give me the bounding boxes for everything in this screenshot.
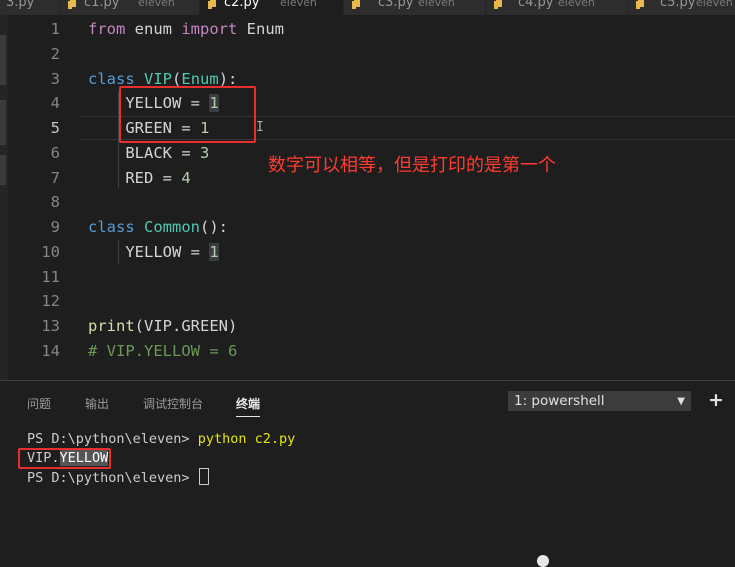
line-number: 4 (50, 94, 60, 112)
terminal-shell-select[interactable]: 1: powershell ▼ (508, 391, 691, 411)
line-number: 13 (41, 317, 60, 335)
code-text: from enum import Enum (88, 20, 284, 38)
class-name: Common (144, 218, 201, 236)
code-token: RED = (125, 169, 182, 187)
tab-label: c2.py (224, 0, 260, 10)
tab-c2-py[interactable]: c2.py eleven (200, 0, 344, 15)
tab-c1-py[interactable]: c1.py eleven (60, 0, 200, 15)
code-line-current[interactable]: 5 GREEN = 1 (0, 116, 735, 140)
code-text: YELLOW = 1 (88, 243, 219, 261)
code-line[interactable]: 13 print(VIP.GREEN) (0, 314, 735, 338)
code-line[interactable]: 8 (0, 190, 735, 214)
code-token: (): (200, 218, 229, 236)
terminal-prompt: PS D:\python\eleven> (27, 470, 198, 486)
tab-description: eleven (558, 0, 595, 9)
keyword: from (88, 20, 126, 38)
tab-description: eleven (280, 0, 317, 9)
tab-label: c4.py (518, 0, 554, 10)
floating-bubble-icon (537, 555, 549, 567)
code-line[interactable]: 2 (0, 42, 735, 66)
python-file-icon (636, 0, 644, 9)
number-literal: 1 (209, 243, 219, 261)
code-line[interactable]: 4 YELLOW = 1 (0, 91, 735, 115)
code-line[interactable]: 14 # VIP.YELLOW = 6 (0, 339, 735, 363)
terminal-line[interactable]: PS D:\python\eleven> (27, 468, 209, 486)
line-number: 7 (50, 169, 60, 187)
text-cursor-icon: I (256, 120, 264, 135)
terminal-prompt: PS D:\python\eleven> (27, 431, 198, 447)
code-line[interactable]: 11 (0, 265, 735, 289)
code-token: YELLOW = (125, 243, 210, 261)
terminal-line[interactable]: PS D:\python\eleven> python c2.py (27, 431, 295, 447)
new-terminal-button[interactable]: + (708, 389, 724, 411)
shell-select-value: 1: powershell (514, 393, 605, 409)
code-line[interactable]: 1 from enum import Enum (0, 17, 735, 41)
code-token: BLACK = (125, 144, 200, 162)
code-line[interactable]: 3 class VIP(Enum): (0, 67, 735, 91)
terminal-cursor (198, 468, 209, 485)
chevron-down-icon: ▼ (677, 396, 685, 407)
code-text: RED = 4 (88, 169, 191, 187)
highlight-box-output (18, 448, 111, 469)
code-line[interactable]: 9 class Common(): (0, 215, 735, 239)
code-line[interactable]: 10 YELLOW = 1 (0, 240, 735, 264)
tab-c5-py[interactable]: c5.py eleven (628, 0, 735, 15)
line-number: 10 (41, 243, 60, 261)
python-file-icon (494, 0, 502, 9)
tab-description: eleven (696, 0, 733, 9)
code-text: class Common(): (88, 218, 228, 236)
line-number: 11 (41, 268, 60, 286)
python-file-icon (352, 0, 360, 9)
code-token: Enum (237, 20, 284, 38)
tab-label: c5.py (660, 0, 696, 10)
code-text: print(VIP.GREEN) (88, 317, 237, 335)
tab-terminal[interactable]: 终端 (236, 395, 261, 417)
code-comment: # VIP.YELLOW = 6 (88, 342, 238, 360)
tab-3-py[interactable]: 3.py (0, 0, 60, 15)
highlight-box-enum-members (119, 86, 256, 143)
line-number: 14 (41, 342, 60, 360)
number-literal: 4 (181, 169, 191, 187)
code-text: BLACK = 3 (88, 144, 209, 162)
tab-c3-py[interactable]: c3.py eleven (344, 0, 486, 15)
tab-c4-py[interactable]: c4.py eleven (486, 0, 628, 15)
code-token: enum (125, 20, 182, 38)
code-editor[interactable]: 1 from enum import Enum 2 3 class VIP(En… (0, 15, 735, 380)
keyword: import (181, 20, 238, 38)
bottom-panel: 问题 输出 调试控制台 终端 1: powershell ▼ + PS D:\p… (0, 380, 735, 562)
line-number: 9 (50, 218, 60, 236)
number-literal: 3 (199, 144, 210, 162)
keyword: class (88, 218, 135, 236)
tab-description: eleven (418, 0, 455, 9)
tab-debug-console[interactable]: 调试控制台 (143, 395, 203, 412)
python-file-icon (208, 0, 216, 9)
tab-problems[interactable]: 问题 (27, 395, 51, 412)
line-number: 1 (50, 20, 60, 38)
function-name: print (88, 317, 135, 335)
line-number: 8 (50, 193, 60, 211)
tab-description: eleven (138, 0, 175, 9)
editor-tab-bar: 3.py c1.py eleven c2.py eleven c3.py ele… (0, 0, 735, 15)
line-number: 12 (41, 292, 60, 310)
line-number: 5 (50, 119, 60, 137)
code-token: (VIP.GREEN) (134, 317, 238, 335)
line-number: 3 (50, 70, 60, 88)
tab-label: c1.py (84, 0, 120, 10)
code-line[interactable]: 12 (0, 289, 735, 313)
tab-output[interactable]: 输出 (85, 395, 109, 412)
tab-label: c3.py (378, 0, 414, 10)
annotation-note: 数字可以相等，但是打印的是第一个 (268, 155, 556, 176)
tab-label: 3.py (6, 0, 35, 10)
line-number: 2 (50, 45, 60, 63)
python-file-icon (68, 0, 76, 9)
terminal-command: python c2.py (197, 431, 296, 447)
line-number: 6 (50, 144, 60, 162)
